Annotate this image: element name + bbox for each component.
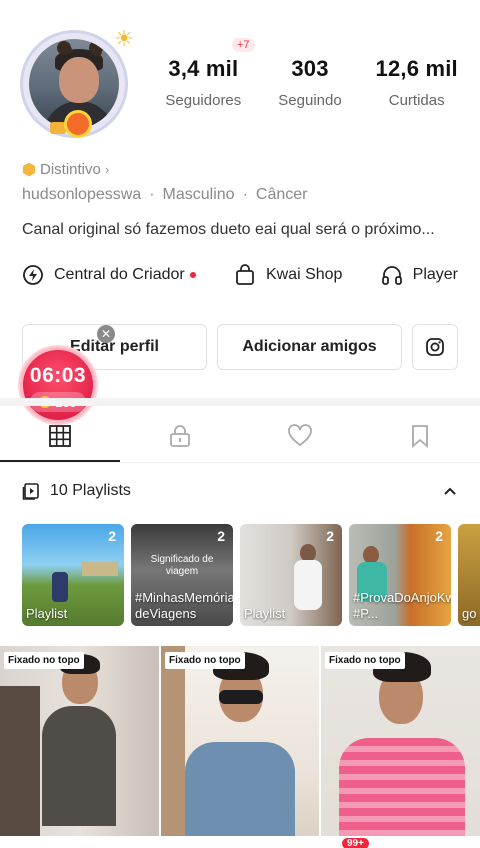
instagram-button[interactable] (412, 324, 458, 370)
pinned-label: Fixado no topo (4, 652, 84, 669)
playlist-title: Playlist (244, 606, 286, 621)
tab-saved[interactable] (360, 410, 480, 462)
bookmark-icon (412, 425, 428, 448)
flower-sticker-icon (64, 110, 92, 138)
username: hudsonlopesswa (22, 186, 142, 203)
following-stat[interactable]: 303 Seguindo (257, 56, 364, 109)
kwai-shop-link[interactable]: Kwai Shop (234, 264, 343, 286)
tab-private[interactable] (120, 410, 240, 462)
distintivo-label: Distintivo (40, 161, 101, 178)
add-friends-button[interactable]: Adicionar amigos (217, 324, 402, 370)
playlist-overlay-text: Significado de viagem (150, 554, 214, 577)
playlist-title: go (462, 606, 477, 621)
video-thumbnail[interactable]: Fixado no topo (0, 646, 159, 848)
grid-icon (49, 425, 71, 447)
following-label: Seguindo (278, 92, 342, 109)
playlist-card[interactable]: go (458, 524, 480, 626)
playlist-carousel[interactable]: 2 Playlist Significado de viagem 2 #Minh… (22, 524, 480, 628)
creator-center-link[interactable]: Central do Criador (22, 264, 196, 286)
profile-stats: +7 3,4 mil Seguidores 303 Seguindo 12,6 … (150, 38, 470, 109)
playlist-title: #MinhasMemórias deViagens (135, 590, 233, 621)
playlists-header[interactable]: 10 Playlists (22, 482, 458, 500)
heart-icon (288, 424, 312, 447)
likes-stat[interactable]: 12,6 mil Curtidas (363, 56, 470, 109)
playlist-video-count: 2 (435, 528, 443, 544)
chevron-up-icon[interactable] (442, 483, 458, 499)
chevron-right-icon: › (104, 162, 110, 177)
playlist-title: Playlist (26, 606, 68, 621)
profile-meta: hudsonlopesswa · Masculino · Câncer (22, 186, 308, 203)
bottom-nav-bar (0, 836, 480, 848)
timer-time: 06:03 (29, 364, 87, 387)
notification-dot (189, 272, 196, 278)
playlist-video-count: 2 (108, 528, 116, 544)
playlist-video-count: 2 (326, 528, 334, 544)
playlist-video-count: 2 (217, 528, 225, 544)
playlist-card[interactable]: 2 #ProvaDoAnjoKwaiLite #P... (349, 524, 451, 626)
lightning-icon (22, 264, 44, 286)
quick-links: Central do Criador Kwai Shop Player (22, 264, 458, 286)
badge-icon (22, 162, 36, 177)
distintivo-link[interactable]: Distintivo › (22, 161, 109, 178)
likes-label: Curtidas (388, 92, 445, 109)
playlists-count-label: 10 Playlists (50, 482, 131, 499)
profile-tabs (0, 410, 480, 462)
following-count: 303 (291, 56, 329, 81)
video-thumbnail[interactable]: Fixado no topo (161, 646, 319, 848)
creator-center-label: Central do Criador (54, 266, 185, 283)
section-divider (0, 398, 480, 406)
tab-liked[interactable] (240, 410, 360, 462)
zodiac-sign: Câncer (255, 186, 308, 203)
video-thumbnail[interactable]: Fixado no topo (321, 646, 480, 848)
player-link[interactable]: Player (381, 264, 458, 286)
new-followers-badge: +7 (232, 38, 255, 52)
notification-badge: 99+ (342, 838, 369, 848)
pinned-label: Fixado no topo (325, 652, 405, 669)
followers-count: 3,4 mil (168, 56, 239, 81)
close-timer-icon[interactable]: ✕ (97, 325, 115, 343)
shopping-bag-icon (234, 264, 256, 286)
playlist-card[interactable]: 2 Playlist (240, 524, 342, 626)
sun-sticker-icon: ☀ (114, 26, 134, 51)
headphones-icon (381, 264, 403, 286)
followers-label: Seguidores (165, 92, 242, 109)
lock-icon (170, 425, 190, 447)
gender: Masculino (162, 186, 235, 203)
playlist-card[interactable]: Significado de viagem 2 #MinhasMemórias … (131, 524, 233, 626)
bio-text[interactable]: Canal original só fazemos dueto eai qual… (22, 221, 435, 239)
tab-grid[interactable] (0, 410, 120, 462)
player-label: Player (412, 266, 458, 283)
playlist-card[interactable]: 2 Playlist (22, 524, 124, 626)
avatar[interactable]: ☀ (20, 26, 134, 138)
instagram-icon (426, 338, 444, 356)
playlist-title: #ProvaDoAnjoKwaiLite #P... (353, 590, 451, 621)
likes-count: 12,6 mil (375, 56, 458, 81)
followers-stat[interactable]: +7 3,4 mil Seguidores (150, 38, 257, 109)
tabs-border (0, 462, 480, 463)
playlist-icon (22, 483, 39, 500)
kwai-shop-label: Kwai Shop (265, 266, 343, 283)
pinned-label: Fixado no topo (165, 652, 245, 669)
